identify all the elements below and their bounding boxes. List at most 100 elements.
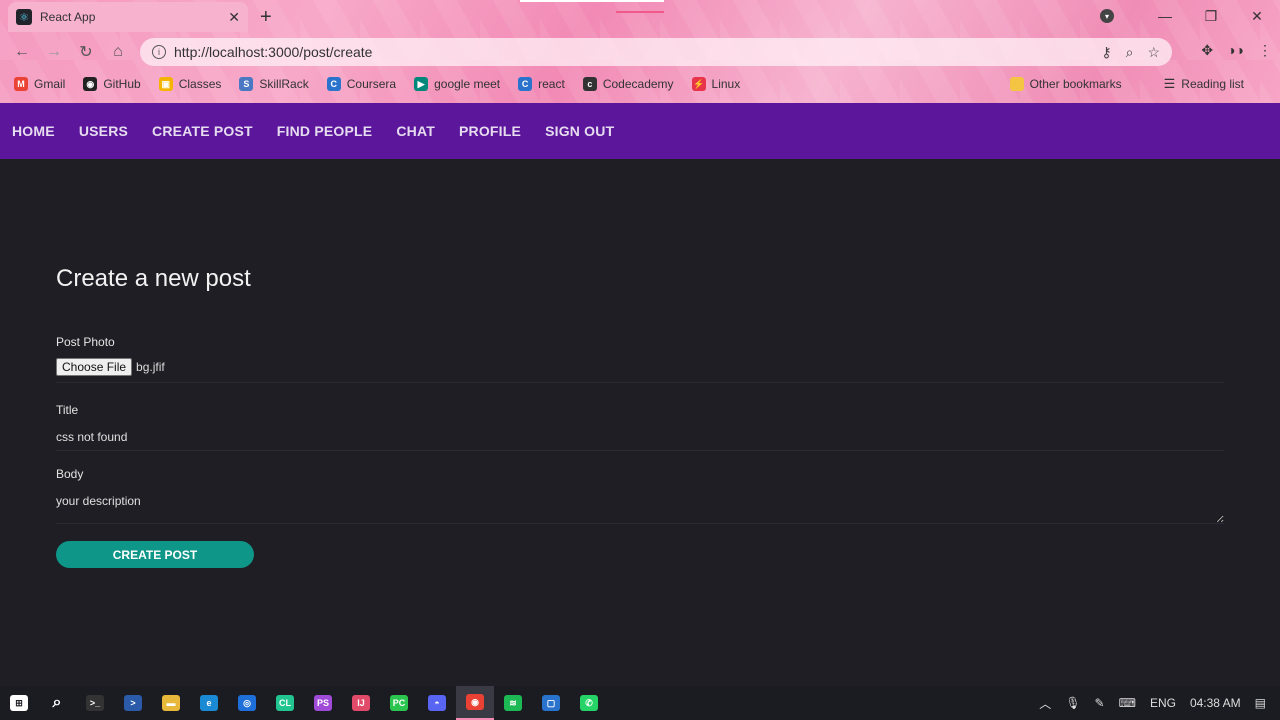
classroom-icon: ▣ — [158, 77, 173, 91]
bookmark-skillrack[interactable]: S SkillRack — [239, 77, 309, 91]
powershell-icon: > — [124, 695, 142, 711]
tab-strip-indicator — [520, 0, 664, 13]
keyboard-icon[interactable]: ⌨ — [1119, 696, 1136, 710]
home-button[interactable]: ⌂ — [102, 43, 134, 61]
meet-icon: ▶ — [414, 77, 429, 91]
taskbar-search[interactable]: ⌕ — [38, 686, 76, 720]
system-tray: ︿ 🎙 ✎ ⌨ ENG 04:38 AM ▤ — [1039, 686, 1280, 720]
tab-search-icon[interactable]: ▾ — [1100, 9, 1114, 23]
back-button[interactable]: ← — [6, 43, 38, 61]
nav-sign-out[interactable]: SIGN OUT — [545, 123, 614, 139]
restore-button[interactable]: ❐ — [1188, 8, 1234, 25]
taskbar-intellij[interactable]: IJ — [342, 686, 380, 720]
profile-icon[interactable]: ◑◑ — [1227, 42, 1244, 59]
taskbar-spotify[interactable]: ≋ — [494, 686, 532, 720]
extensions-icon[interactable]: ✥ — [1201, 42, 1213, 59]
close-window-button[interactable]: ✕ — [1234, 8, 1280, 25]
address-bar[interactable]: i http://localhost:3000/post/create ⚷ ⌕ … — [140, 38, 1172, 66]
gmail-icon: M — [14, 77, 28, 91]
page-title: Create a new post — [56, 265, 251, 292]
taskbar-chrome[interactable]: ◉ — [456, 686, 494, 720]
taskbar-clion[interactable]: CL — [266, 686, 304, 720]
taskbar-terminal[interactable]: >_ — [76, 686, 114, 720]
bookmark-gmail[interactable]: M Gmail — [14, 77, 65, 91]
taskbar-edge[interactable]: e — [190, 686, 228, 720]
create-post-form: Create a new post Post Photo Choose File… — [56, 265, 1224, 568]
zoom-icon[interactable]: ⌕ — [1126, 44, 1134, 61]
taskbar-discord[interactable]: ◓ — [418, 686, 456, 720]
bookmark-classes[interactable]: ▣ Classes — [158, 77, 221, 91]
nav-create-post[interactable]: CREATE POST — [152, 123, 253, 139]
nav-find-people[interactable]: FIND PEOPLE — [277, 123, 373, 139]
taskbar-whatsapp[interactable]: ✆ — [570, 686, 608, 720]
reload-button[interactable]: ↻ — [70, 42, 102, 62]
skillrack-icon: S — [239, 77, 254, 91]
whatsapp-icon: ✆ — [580, 695, 598, 711]
minimize-button[interactable]: — — [1142, 8, 1188, 24]
taskbar-camera[interactable]: ▢ — [532, 686, 570, 720]
app-navbar: HOME USERS CREATE POST FIND PEOPLE CHAT PROFI… — [0, 103, 1280, 159]
start-icon: ⊞ — [10, 695, 28, 711]
bookmark-label: react — [538, 77, 565, 91]
nav-chat[interactable]: CHAT — [396, 123, 435, 139]
bookmarks-bar: M Gmail ◉ GitHub ▣ Classes S SkillRack C Coursera… — [0, 72, 1280, 96]
title-input[interactable] — [56, 426, 1224, 451]
bookmark-coursera[interactable]: C Coursera — [326, 77, 396, 91]
app-icon: ◎ — [238, 695, 256, 711]
taskbar-file-explorer[interactable]: ▬ — [152, 686, 190, 720]
tab-close-icon[interactable]: ✕ — [228, 9, 240, 26]
url-text[interactable]: http://localhost:3000/post/create — [174, 44, 1101, 60]
notifications-icon[interactable]: ▤ — [1255, 696, 1266, 710]
chevron-up-icon[interactable]: ︿ — [1039, 695, 1051, 712]
bookmark-codecademy[interactable]: c Codecademy — [582, 77, 674, 91]
forward-button[interactable]: → — [38, 43, 70, 61]
key-icon[interactable]: ⚷ — [1101, 44, 1111, 61]
bookmark-label: Codecademy — [602, 77, 674, 91]
create-post-button[interactable]: CREATE POST — [56, 541, 254, 568]
microphone-icon[interactable]: 🎙 — [1065, 696, 1080, 710]
post-photo-field: Choose File bg.jfif — [56, 358, 1224, 383]
taskbar-powershell[interactable]: > — [114, 686, 152, 720]
bookmark-label: google meet — [434, 77, 501, 91]
clock[interactable]: 04:38 AM — [1190, 696, 1241, 710]
taskbar-pycharm[interactable]: PC — [380, 686, 418, 720]
taskbar-app[interactable]: ◎ — [228, 686, 266, 720]
edge-icon: e — [200, 695, 218, 711]
nav-profile[interactable]: PROFILE — [459, 123, 521, 139]
language-indicator[interactable]: ENG — [1150, 696, 1176, 710]
file-explorer-icon: ▬ — [162, 695, 180, 711]
github-icon: ◉ — [83, 77, 98, 91]
new-tab-button[interactable]: + — [260, 6, 272, 29]
tab-title: React App — [40, 10, 96, 24]
bookmark-google-meet[interactable]: ▶ google meet — [414, 77, 500, 91]
taskbar-phpstorm[interactable]: PS — [304, 686, 342, 720]
bookmark-label: Linux — [711, 77, 741, 91]
search-icon: ⌕ — [48, 694, 66, 711]
bookmark-github[interactable]: ◉ GitHub — [83, 77, 141, 91]
nav-home[interactable]: HOME — [12, 123, 55, 139]
window-controls: ▾ — ❐ ✕ — [1100, 0, 1280, 32]
pen-icon[interactable]: ✎ — [1095, 696, 1105, 710]
terminal-icon: >_ — [86, 695, 104, 711]
body-textarea[interactable]: your description — [56, 490, 1224, 524]
bookmark-react[interactable]: Creact — [518, 77, 565, 91]
nav-users[interactable]: USERS — [79, 123, 128, 139]
discord-icon: ◓ — [428, 695, 446, 711]
bookmark-star-icon[interactable]: ☆ — [1147, 44, 1160, 61]
intellij-icon: IJ — [352, 695, 370, 711]
linux-icon: ⚡ — [691, 77, 706, 91]
reading-list[interactable]: ☰ Reading list — [1164, 76, 1244, 92]
codecademy-icon: c — [582, 77, 597, 91]
bookmark-linux[interactable]: ⚡ Linux — [691, 77, 741, 91]
coursera-icon: C — [326, 77, 341, 91]
choose-file-button[interactable]: Choose File — [56, 358, 133, 376]
browser-tab[interactable]: ⚛ React App ✕ — [8, 2, 248, 32]
menu-icon[interactable]: ⋮ — [1258, 42, 1272, 59]
post-photo-label: Post Photo — [56, 335, 115, 349]
site-info-icon[interactable]: i — [152, 45, 166, 59]
other-bookmarks[interactable]: Other bookmarks — [1009, 76, 1122, 92]
camera-icon: ▢ — [542, 695, 560, 711]
taskbar-start[interactable]: ⊞ — [0, 686, 38, 720]
spotify-icon: ≋ — [504, 695, 522, 711]
browser-toolbar: ← → ↻ ⌂ i http://localhost:3000/post/cre… — [0, 36, 1280, 68]
